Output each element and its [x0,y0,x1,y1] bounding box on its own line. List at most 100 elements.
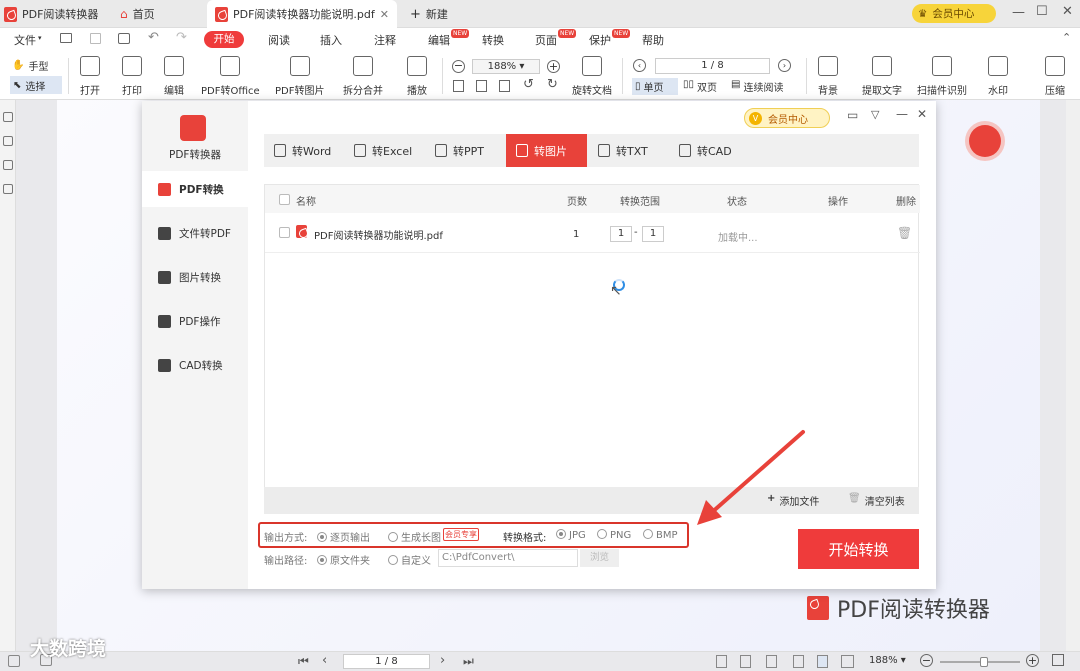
tab-to-ppt[interactable]: 转PPT [425,134,494,167]
undo-icon[interactable]: ↶ [148,30,159,45]
menu-file[interactable]: 文件 [14,32,36,48]
background-button[interactable]: 背景 [818,56,838,97]
rotate-left-icon[interactable]: ↺ [523,77,534,92]
tab-to-excel[interactable]: 转Excel [344,134,422,167]
menu-read[interactable]: 阅读 [268,32,290,48]
radio-custom-path[interactable]: 自定义 [388,552,431,567]
zoom-select[interactable]: 188% ▾ [472,59,540,74]
rotate-document-button[interactable]: 旋转文档 [572,56,612,97]
zoom-in-icon[interactable]: + [1026,654,1039,667]
close-window-icon[interactable]: ✕ [1062,4,1073,19]
play-button[interactable]: 播放 [407,56,427,97]
menu-protect[interactable]: 保护 [589,32,611,48]
add-file-button[interactable]: + 添加文件 [767,493,819,508]
select-tool[interactable]: ⬉ 选择 [10,76,62,94]
edit-button[interactable]: 编辑 [164,56,184,97]
home-tab[interactable]: ⌂ 首页 [120,0,155,28]
close-tab-icon[interactable]: ✕ [380,8,389,21]
print-button[interactable]: 打印 [122,56,142,97]
status-page-input[interactable]: 1 / 8 [343,654,430,669]
first-page-icon[interactable]: ⏮ [298,654,309,669]
compress-button[interactable]: 压缩 [1045,56,1065,97]
extract-text-button[interactable]: 提取文字 [862,56,902,97]
menu-annotate[interactable]: 注释 [374,32,396,48]
feedback-icon[interactable]: ▭ [847,108,858,122]
prev-page-icon[interactable]: ‹ [633,59,646,72]
output-path-field[interactable]: C:\PdfConvert\ [438,549,578,567]
zoom-out-icon[interactable]: − [920,654,933,667]
sidebar-item-pdf-operations[interactable]: PDF操作 [142,303,248,339]
zoom-in-icon[interactable]: + [547,60,560,73]
vip-center-button[interactable]: ♛ 会员中心 [912,4,996,23]
pdf-to-office-button[interactable]: PDF转Office [201,56,260,97]
sidebar-item-file-to-pdf[interactable]: 文件转PDF [142,215,248,251]
prev-page-icon[interactable]: ‹ [322,653,327,668]
continuous-view-icon[interactable] [793,655,804,668]
fit-page-icon[interactable] [740,655,751,668]
actual-size-icon[interactable] [766,655,777,668]
zoom-slider-handle[interactable] [980,657,988,667]
status-zoom-select[interactable]: 188% ▾ [869,655,906,666]
menu-dropdown-icon[interactable]: ▽ [871,108,879,121]
thumbnails-icon[interactable] [3,136,13,146]
tab-to-txt[interactable]: 转TXT [588,134,658,167]
next-page-icon[interactable]: › [440,653,445,668]
zoom-out-icon[interactable]: − [452,60,465,73]
menu-page[interactable]: 页面 [535,32,557,48]
minimize-icon[interactable]: — [1012,5,1025,20]
fit-width-icon[interactable] [453,80,464,92]
folder-icon[interactable] [60,33,72,43]
menu-edit[interactable]: 编辑 [428,32,450,48]
scan-ocr-button[interactable]: 扫描件识别 [917,56,967,97]
trash-icon[interactable]: 🗑 [897,226,912,240]
collapse-ribbon-icon[interactable]: ⌃ [1062,31,1071,44]
table-row[interactable]: PDF阅读转换器功能说明.pdf 1 1 - 1 加载中... 🗑 [265,213,920,253]
vertical-scrollbar[interactable] [1066,100,1080,651]
actual-size-icon[interactable] [499,80,510,92]
start-convert-button[interactable]: 开始转换 [798,529,919,569]
float-convert-icon[interactable] [969,125,1001,157]
single-page-button[interactable]: ▯ 单页 [632,78,678,95]
browse-button[interactable]: 浏览 [580,549,619,567]
continuous-read-button[interactable]: ▤ 连续阅读 [731,79,783,94]
menu-help[interactable]: 帮助 [642,32,664,48]
tab-to-image[interactable]: 转图片 [506,134,587,167]
maximize-icon[interactable]: ☐ [1036,4,1048,19]
print-icon[interactable] [118,33,130,44]
split-merge-button[interactable]: 拆分合并 [343,56,383,97]
fit-page-icon[interactable] [476,80,487,92]
redo-icon[interactable]: ↷ [176,30,187,45]
zoom-slider[interactable] [940,657,1020,667]
range-to-input[interactable]: 1 [642,226,664,242]
fit-width-icon[interactable] [716,655,727,668]
fullscreen-icon[interactable] [1052,654,1064,666]
search-panel-icon[interactable] [3,184,13,194]
dialog-close-icon[interactable]: ✕ [917,107,927,121]
hand-tool[interactable]: ✋ 手型 [12,58,48,73]
comments-icon[interactable] [3,160,13,170]
watermark-button[interactable]: 水印 [988,56,1008,97]
sidebar-item-pdf-convert[interactable]: PDF转换 [142,171,248,207]
tab-to-word[interactable]: 转Word [264,134,341,167]
bookmark-icon[interactable] [3,112,13,122]
rotate-right-icon[interactable]: ↻ [547,77,558,92]
double-page-view-icon[interactable] [841,655,854,668]
double-page-button[interactable]: ▯▯ 双页 [683,79,717,94]
select-all-checkbox[interactable] [279,194,290,205]
app-tab[interactable]: PDF阅读转换器 [4,0,98,28]
sidebar-item-cad-convert[interactable]: CAD转换 [142,347,248,383]
open-button[interactable]: 打开 [80,56,100,97]
menu-convert[interactable]: 转换 [482,32,504,48]
last-page-icon[interactable]: ⏭ [463,654,474,669]
tab-to-cad[interactable]: 转CAD [669,134,742,167]
document-tab[interactable]: PDF阅读转换器功能说明.pdf ✕ [207,0,397,28]
single-page-view-icon[interactable] [817,655,828,668]
dialog-vip-button[interactable]: V 会员中心 [744,108,830,128]
page-input[interactable]: 1 / 8 [655,58,770,74]
save-icon[interactable] [90,33,101,44]
dialog-minimize-icon[interactable]: — [896,107,908,121]
row-checkbox[interactable] [279,227,290,238]
panel-toggle-icon[interactable] [8,655,20,667]
pdf-to-image-button[interactable]: PDF转图片 [275,56,324,97]
next-page-icon[interactable]: › [778,59,791,72]
